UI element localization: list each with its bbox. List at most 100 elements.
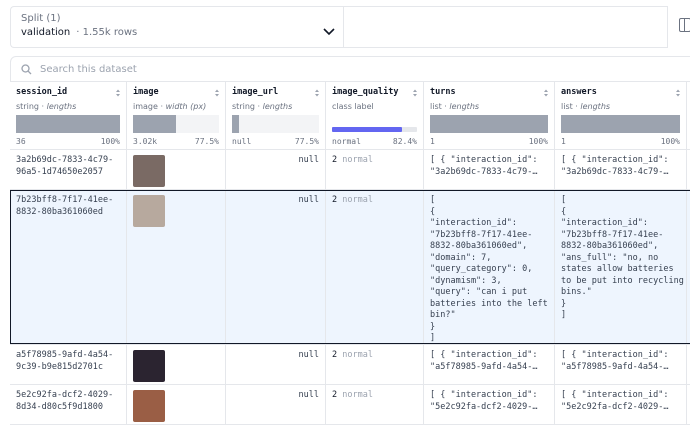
column-range: null 77.5% [232, 136, 319, 148]
cell-image[interactable] [127, 150, 226, 189]
column-header-session-id[interactable]: session_id string · lengths 36 100% [10, 82, 127, 149]
chevron-down-icon[interactable] [323, 27, 335, 37]
column-header-image-quality[interactable]: image_qualityclass label normal 82.4% [326, 82, 424, 149]
class-id: 2 [332, 390, 343, 400]
cell-image-url[interactable]: null [226, 190, 326, 344]
cell-image[interactable] [127, 345, 226, 384]
column-header-image[interactable]: image image · width (px) 3.02k 77.5% [127, 82, 226, 149]
range-min: null [232, 137, 252, 146]
data-table: session_id string · lengths 36 100% image ima… [10, 82, 690, 425]
table-row[interactable]: 7b23bff8-7f17-41ee- 8832-80ba361060ed nul… [10, 190, 690, 345]
cell-image-quality[interactable]: 2 normal [326, 345, 424, 384]
cell-image[interactable] [127, 190, 226, 344]
cell-answers[interactable]: [ { "interaction_id": "7b23bff8-7f17-41e… [555, 190, 687, 344]
cell-image-url[interactable]: null [226, 385, 326, 424]
image-thumbnail[interactable] [133, 195, 165, 227]
range-max: 100% [100, 137, 120, 146]
cell-image-url[interactable]: null [226, 150, 326, 189]
column-header-answers[interactable]: answers list · lengths 1 100% [555, 82, 687, 149]
cell-image-url[interactable]: null [226, 345, 326, 384]
range-max: 77.5% [294, 137, 319, 146]
column-name: turns [430, 87, 456, 97]
table-row[interactable]: 3a2b69dc-7833-4c79- 96a5-1d74650e2057 nul… [10, 150, 690, 190]
cell-image-quality[interactable]: 2 normal [326, 150, 424, 189]
sort-icon[interactable] [675, 88, 681, 98]
sort-icon[interactable] [543, 88, 549, 98]
column-range: 1 100% [430, 136, 548, 148]
cell-turns[interactable]: [ { "interaction_id": "3a2b69dc-7833-4c7… [424, 150, 555, 189]
histogram-bar[interactable] [430, 115, 548, 133]
class-id: 2 [332, 155, 343, 165]
histogram-bar[interactable] [133, 115, 176, 133]
cell-image-quality[interactable]: 2 normal [326, 190, 424, 344]
column-name: answers [561, 87, 597, 97]
cell-turns[interactable]: [ { "interaction_id": "5e2c92fa-dcf2-402… [424, 385, 555, 424]
cell-image-quality[interactable]: 2 normal [326, 385, 424, 424]
search-icon [21, 63, 32, 74]
cell-session-id[interactable]: 5e2c92fa-dcf2-4029- 8d34-d80c5f9d1800 [10, 385, 127, 424]
cell-session-id[interactable]: 3a2b69dc-7833-4c79- 96a5-1d74650e2057 [10, 150, 127, 189]
range-max: 100% [660, 137, 680, 146]
histogram-bar[interactable] [561, 115, 680, 133]
range-min: 3.02k [133, 137, 158, 146]
column-range: 3.02k 77.5% [133, 136, 219, 148]
histogram-bar[interactable] [232, 115, 239, 133]
range-max: 100% [528, 137, 548, 146]
split-secondary-panel [343, 6, 668, 48]
range-min: 1 [561, 137, 566, 146]
cell-answers[interactable]: [ { "interaction_id": "5e2c92fa-dcf2-402… [555, 385, 687, 424]
column-type: class label [332, 101, 374, 111]
range-min: 36 [16, 137, 26, 146]
split-count: · 1.55k rows [76, 27, 138, 38]
class-id: 2 [332, 350, 343, 360]
column-name: image_quality [332, 87, 399, 97]
column-range: 1 100% [561, 136, 680, 148]
sidebar-toggle-icon[interactable] [679, 18, 690, 32]
column-type: list · lengths [430, 101, 480, 111]
cell-session-id[interactable]: 7b23bff8-7f17-41ee- 8832-80ba361060ed [10, 190, 127, 344]
cell-answers[interactable]: [ { "interaction_id": "a5f78985-9afd-4a5… [555, 345, 687, 384]
range-max: 77.5% [194, 137, 219, 146]
column-header-turns[interactable]: turns list · lengths 1 100% [424, 82, 555, 149]
histogram-track [232, 115, 319, 133]
class-label: normal [342, 155, 373, 165]
table-header: session_id string · lengths 36 100% image ima… [10, 82, 690, 150]
image-thumbnail[interactable] [133, 350, 165, 382]
range-min: normal [332, 137, 361, 146]
split-name: validation [21, 27, 71, 38]
histogram-bar[interactable] [332, 127, 402, 132]
class-label: normal [342, 195, 373, 205]
cell-turns[interactable]: [ { "interaction_id": "a5f78985-9afd-4a5… [424, 345, 555, 384]
column-type: string · lengths [232, 101, 293, 111]
range-min: 1 [430, 137, 435, 146]
search-input[interactable] [40, 63, 440, 75]
cell-turns[interactable]: [ { "interaction_id": "7b23bff8-7f17-41e… [424, 190, 555, 344]
column-range: 36 100% [16, 136, 120, 148]
column-type: list · lengths [561, 101, 611, 111]
column-header-image-url[interactable]: image_urlstring · lengths null 77.5% [226, 82, 326, 149]
image-thumbnail[interactable] [133, 155, 165, 187]
split-title: Split (1) [21, 13, 61, 24]
table-row[interactable]: a5f78985-9afd-4a54- 9c39-b9e815d2701c nul… [10, 345, 690, 385]
table-row[interactable]: 5e2c92fa-dcf2-4029- 8d34-d80c5f9d1800 nul… [10, 385, 690, 425]
cell-image[interactable] [127, 385, 226, 424]
cell-session-id[interactable]: a5f78985-9afd-4a54- 9c39-b9e815d2701c [10, 345, 127, 384]
search-bar [10, 56, 690, 82]
column-range: normal 82.4% [332, 136, 417, 148]
column-type: image · width (px) [133, 101, 207, 111]
class-id: 2 [332, 195, 343, 205]
image-thumbnail[interactable] [133, 390, 165, 422]
range-max: 82.4% [392, 137, 417, 146]
sort-icon[interactable] [214, 88, 220, 98]
cell-answers[interactable]: [ { "interaction_id": "3a2b69dc-7833-4c7… [555, 150, 687, 189]
sort-icon[interactable] [412, 88, 418, 98]
class-label: normal [342, 390, 373, 400]
sort-icon[interactable] [115, 88, 121, 98]
split-selector[interactable]: Split (1) validation · 1.55k rows [10, 6, 343, 48]
sort-icon[interactable] [314, 88, 320, 98]
class-label: normal [342, 350, 373, 360]
histogram-bar[interactable] [16, 115, 120, 133]
column-name: image [133, 87, 159, 97]
column-name: session_id [16, 87, 68, 97]
column-name: image_url [232, 87, 279, 97]
